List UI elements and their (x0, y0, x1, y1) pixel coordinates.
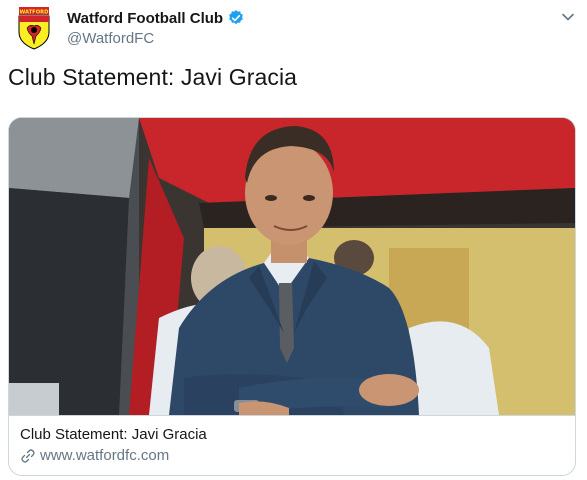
avatar[interactable]: WATFORD (12, 6, 56, 50)
author-block: Watford Football Club @WatfordFC (67, 8, 245, 47)
link-icon (20, 448, 36, 464)
card-domain-text[interactable]: www.watfordfc.com (40, 447, 169, 464)
card-image[interactable] (9, 118, 575, 415)
card-domain[interactable]: www.watfordfc.com (20, 447, 169, 464)
card-footer[interactable]: Club Statement: Javi Gracia www.watfordf… (9, 415, 575, 475)
name-row: Watford Football Club (67, 8, 245, 28)
display-name[interactable]: Watford Football Club (67, 10, 223, 27)
watford-crest-icon: WATFORD (18, 7, 50, 50)
tweet: WATFORD Watford Football Club @WatfordFC… (0, 0, 587, 480)
verified-badge-icon (227, 9, 245, 27)
chevron-down-icon[interactable] (559, 8, 577, 26)
crest-text: WATFORD (20, 9, 50, 15)
card-photo (9, 118, 575, 415)
link-card[interactable]: Club Statement: Javi Gracia www.watfordf… (8, 117, 576, 476)
tweet-text: Club Statement: Javi Gracia (8, 64, 298, 90)
card-title[interactable]: Club Statement: Javi Gracia (20, 426, 207, 443)
handle[interactable]: @WatfordFC (67, 30, 245, 47)
